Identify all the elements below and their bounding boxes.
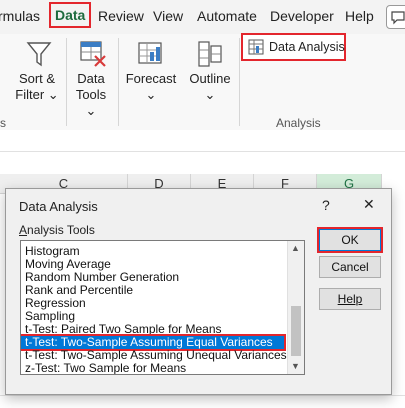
chevron-down-icon: ⌄ [85, 103, 97, 118]
cancel-button[interactable]: Cancel [319, 256, 381, 278]
sort-filter-label-1: Sort & [18, 71, 56, 86]
list-scrollbar[interactable]: ▲ ▼ [287, 241, 304, 374]
forecast-sheet-icon [137, 40, 167, 68]
tab-developer[interactable]: Developer [270, 8, 334, 24]
forecast-button[interactable]: Forecast ⌄ [123, 71, 179, 103]
data-tools-button[interactable]: Data Tools ⌄ [70, 71, 112, 119]
grid-line [0, 395, 405, 396]
tab-view[interactable]: View [153, 8, 183, 24]
data-analysis-icon [248, 39, 264, 55]
sort-filter-button[interactable]: Sort & Filter ⌄ [12, 71, 62, 103]
ribbon-separator [118, 38, 119, 126]
scroll-down-icon[interactable]: ▼ [291, 361, 300, 371]
data-tools-icon [79, 40, 107, 68]
scroll-up-icon[interactable]: ▲ [291, 243, 300, 253]
analysis-tools-list[interactable]: Histogram Moving Average Random Number G… [20, 240, 305, 375]
analysis-tools-label-rest: nalysis Tools [27, 223, 95, 237]
ribbon-separator [239, 38, 240, 126]
outline-button[interactable]: Outline ⌄ [186, 71, 234, 103]
help-icon[interactable]: ? [322, 197, 330, 213]
ribbon-separator [66, 38, 67, 126]
chevron-down-icon: ⌄ [204, 87, 216, 102]
group-label-fragment: s [0, 116, 6, 130]
sort-filter-label-2: Filter [15, 87, 45, 102]
filter-icon [26, 40, 52, 68]
analysis-tools-label: Analysis Tools [19, 223, 95, 237]
outline-label: Outline [189, 71, 231, 86]
data-analysis-button[interactable]: Data Analysis [241, 33, 346, 61]
grid-line [0, 151, 405, 152]
help-button[interactable]: Help [319, 288, 381, 310]
data-tools-label-1: Data [77, 71, 105, 86]
scroll-thumb[interactable] [291, 306, 301, 356]
tab-review[interactable]: Review [98, 8, 144, 24]
comment-icon[interactable] [386, 5, 405, 29]
data-tools-label-2: Tools [75, 87, 107, 102]
tab-data[interactable]: Data [48, 2, 92, 28]
dialog-title: Data Analysis [19, 199, 98, 214]
tab-automate[interactable]: Automate [197, 8, 257, 24]
forecast-label: Forecast [125, 71, 177, 86]
chevron-down-icon: ⌄ [47, 87, 59, 102]
chevron-down-icon: ⌄ [145, 87, 157, 102]
tab-formulas[interactable]: rmulas [0, 8, 40, 24]
ribbon-tab-bar: rmulas Data Review View Automate Develop… [0, 0, 405, 34]
list-item[interactable]: z-Test: Two Sample for Means [25, 362, 186, 375]
data-analysis-dialog: Data Analysis ? ✕ Analysis Tools Histogr… [5, 188, 392, 395]
ok-button[interactable]: OK [317, 227, 383, 253]
data-analysis-label: Data Analysis [269, 40, 345, 54]
tab-help[interactable]: Help [345, 8, 374, 24]
close-icon[interactable]: ✕ [363, 196, 375, 213]
group-label-analysis: Analysis [276, 116, 321, 130]
outline-icon [196, 40, 224, 68]
